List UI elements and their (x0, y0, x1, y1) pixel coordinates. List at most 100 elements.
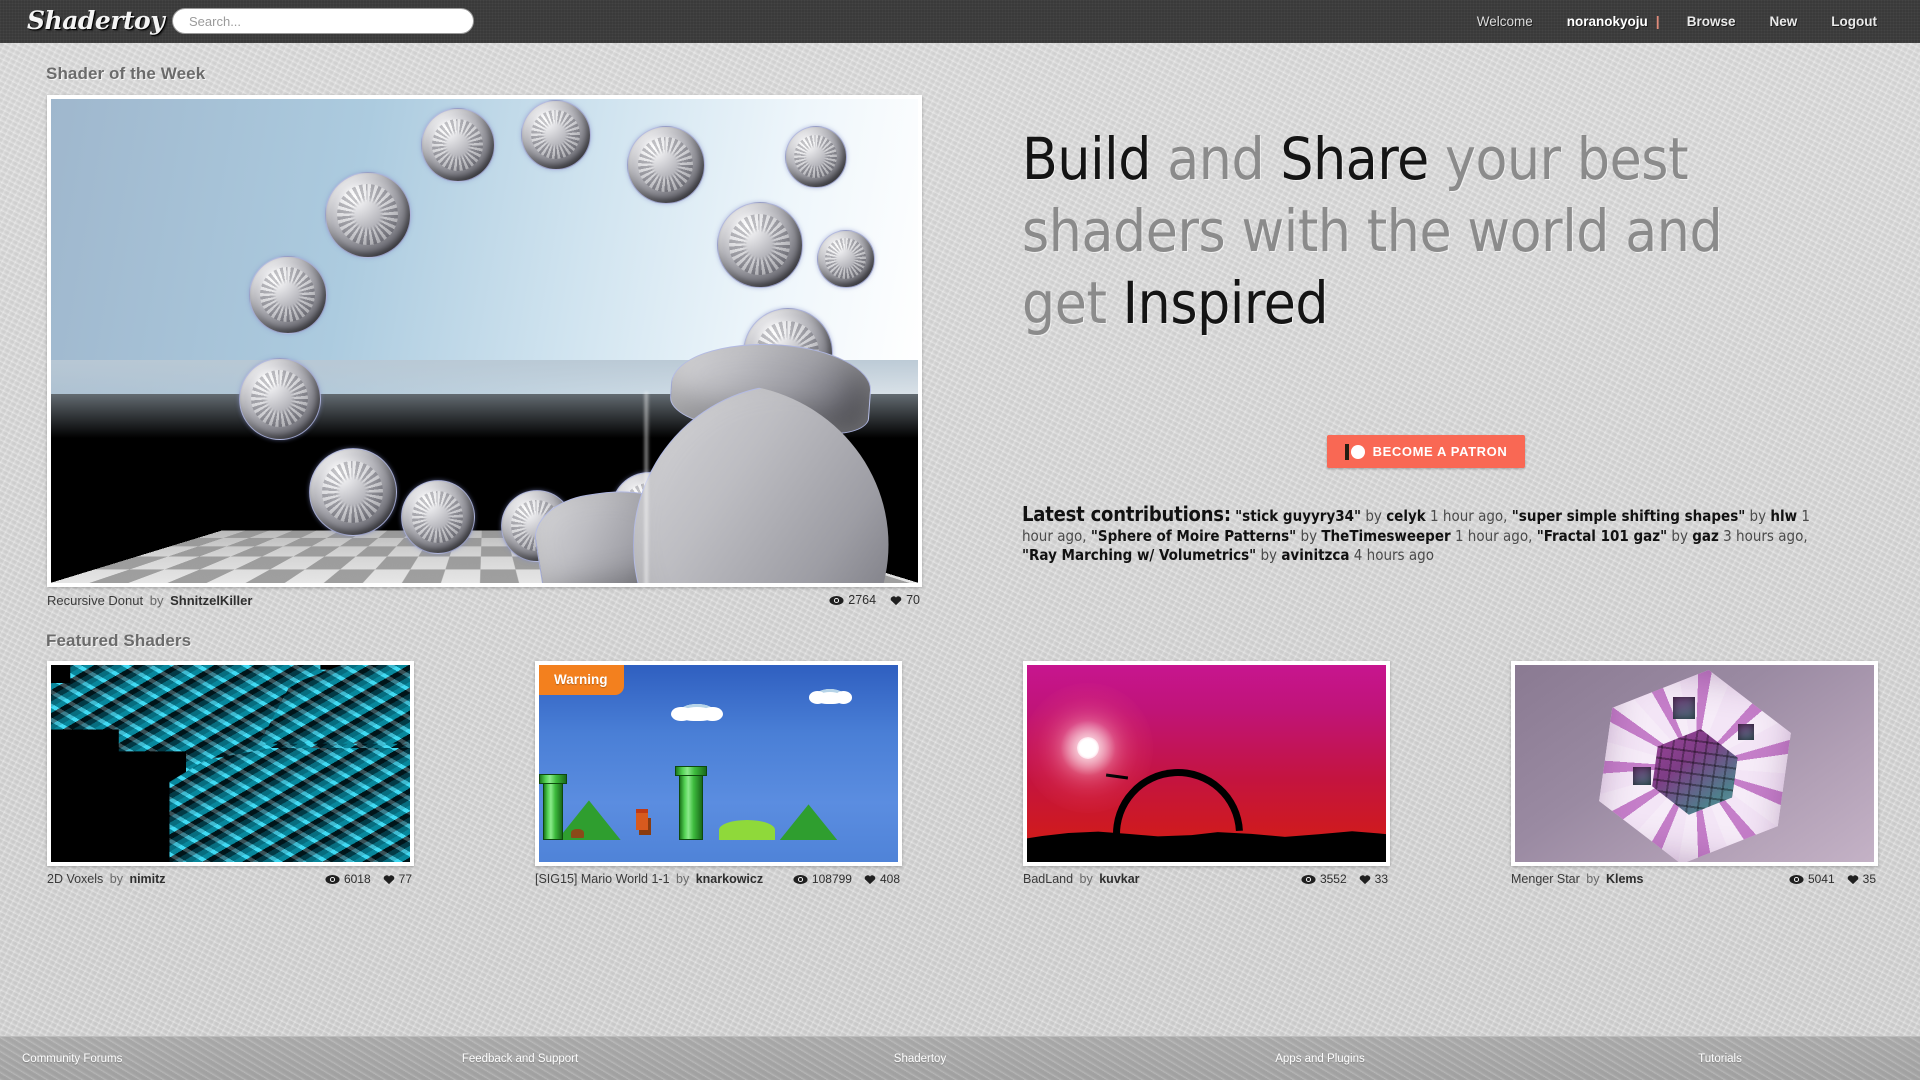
contribution-time: 3 hours ago, (1718, 526, 1808, 545)
eye-icon (1789, 874, 1804, 884)
eye-icon (793, 874, 808, 884)
shader-title[interactable]: Menger Star (1511, 872, 1580, 886)
warning-badge: Warning (539, 665, 624, 695)
contribution-author[interactable]: TheTimesweeper (1321, 527, 1450, 545)
footer-link-shadertoy[interactable]: Shadertoy (720, 1053, 1120, 1065)
shader-of-the-week-preview[interactable] (47, 95, 922, 587)
by-label: by (1745, 507, 1771, 525)
heart-icon (1359, 874, 1370, 884)
views-count: 2764 (848, 593, 877, 607)
views-count: 108799 (811, 872, 852, 886)
main-navigation: Welcome noranokyoju | Browse New Logout (1460, 0, 1894, 43)
contribution-name[interactable]: "super simple shifting shapes" (1512, 507, 1746, 525)
headline-part-0: Build (1022, 125, 1168, 193)
contribution-name[interactable]: "Fractal 101 gaz" (1537, 527, 1667, 545)
footer-link-feedback-and-support[interactable]: Feedback and Support (320, 1053, 720, 1065)
shader-author[interactable]: kuvkar (1099, 872, 1139, 886)
site-footer: Community Forums Feedback and Support Shad… (0, 1036, 1920, 1080)
shader-stats: 6018 77 (325, 872, 412, 886)
views-stat: 3552 (1301, 872, 1347, 886)
latest-contributions: Latest contributions: "stick guyyry34" b… (1022, 504, 1822, 566)
views-stat: 6018 (325, 872, 371, 886)
footer-link-community-forums[interactable]: Community Forums (0, 1053, 320, 1065)
shader-author[interactable]: Klems (1606, 872, 1644, 886)
nav-new-link[interactable]: New (1753, 0, 1815, 43)
footer-link-tutorials[interactable]: Tutorials (1520, 1053, 1920, 1065)
views-count: 6018 (343, 872, 371, 886)
likes-count: 70 (906, 593, 920, 607)
shader-author[interactable]: nimitz (129, 872, 165, 886)
recursive-donut-render (51, 99, 918, 583)
shader-of-the-week-card: Recursive Donut by ShnitzelKiller 2764 7… (47, 95, 922, 613)
by-label: by (1256, 546, 1282, 564)
section-title-shader-of-the-week: Shader of the Week (46, 64, 206, 83)
shader-card-caption: [SIG15] Mario World 1-1 by knarkowicz 10… (535, 872, 902, 890)
shader-title[interactable]: 2D Voxels (47, 872, 103, 886)
eye-icon (325, 874, 340, 884)
contribution-author[interactable]: hlw (1770, 507, 1797, 525)
menger-star-art (1515, 665, 1874, 862)
likes-stat: 408 (864, 872, 900, 886)
likes-count: 77 (398, 872, 412, 886)
shader-thumbnail[interactable]: Warning (535, 661, 902, 866)
contribution-author[interactable]: celyk (1386, 507, 1426, 525)
eye-icon (829, 595, 844, 605)
by-label: by (1296, 526, 1322, 545)
contribution-author[interactable]: avinitzca (1281, 546, 1349, 564)
likes-count: 33 (1374, 872, 1388, 886)
views-stat: 108799 (793, 872, 852, 886)
shader-thumbnail[interactable] (47, 661, 414, 866)
nav-logout-link[interactable]: Logout (1814, 0, 1894, 43)
views-stat: 2764 (829, 593, 876, 607)
shader-author[interactable]: ShnitzelKiller (170, 593, 252, 608)
shader-title[interactable]: BadLand (1023, 872, 1073, 886)
patron-button-label: BECOME A PATRON (1372, 444, 1508, 459)
heart-icon (383, 874, 394, 884)
eye-icon (1301, 874, 1316, 884)
shader-card-caption: 2D Voxels by nimitz 6018 77 (47, 872, 414, 890)
shader-card: BadLand by kuvkar 3552 33 (1023, 661, 1390, 890)
shader-stats: 5041 35 (1789, 872, 1876, 886)
headline-part-2: Share (1280, 125, 1445, 193)
shader-stats: 108799 408 (793, 872, 900, 886)
shader-card: Menger Star by Klems 5041 35 (1511, 661, 1878, 890)
views-count: 5041 (1807, 872, 1835, 886)
footer-link-apps-and-plugins[interactable]: Apps and Plugins (1120, 1053, 1520, 1065)
contribution-time: 1 hour ago, (1425, 507, 1508, 525)
shader-author[interactable]: knarkowicz (696, 872, 763, 886)
likes-stat: 35 (1847, 872, 1876, 886)
likes-stat: 77 (383, 872, 412, 886)
shader-thumbnail[interactable] (1511, 661, 1878, 866)
contribution-name[interactable]: "Ray Marching w/ Volumetrics" (1022, 546, 1256, 564)
site-header: Shadertoy Welcome noranokyoju | Browse N… (0, 0, 1920, 43)
shader-thumbnail[interactable] (1023, 661, 1390, 866)
shader-card: 2D Voxels by nimitz 6018 77 (47, 661, 414, 890)
shader-card: Warning [SIG15] Mario World 1-1 by knark… (535, 661, 902, 890)
shader-title[interactable]: [SIG15] Mario World 1-1 (535, 872, 670, 886)
contribution-author[interactable]: gaz (1692, 527, 1719, 545)
by-label: by (149, 593, 164, 608)
views-stat: 5041 (1789, 872, 1835, 886)
shader-title[interactable]: Recursive Donut (47, 593, 143, 608)
patreon-logo-icon (1344, 443, 1365, 460)
page-content: Shader of the Week Recursive Donut by Sh… (0, 43, 1920, 1036)
badland-art (1027, 665, 1386, 862)
by-label: by (1079, 872, 1093, 886)
shader-of-the-week-caption: Recursive Donut by ShnitzelKiller 2764 7… (47, 593, 922, 613)
contribution-name[interactable]: "stick guyyry34" (1235, 507, 1361, 525)
heart-icon (1847, 874, 1858, 884)
nav-browse-link[interactable]: Browse (1670, 0, 1753, 43)
nav-welcome-label: Welcome (1476, 14, 1533, 29)
search-input[interactable] (172, 8, 474, 34)
shader-stats: 3552 33 (1301, 872, 1388, 886)
heart-icon (890, 595, 902, 605)
shader-card-caption: Menger Star by Klems 5041 35 (1511, 872, 1878, 890)
contribution-time: 1 hour ago, (1450, 526, 1533, 545)
shadertoy-logo[interactable]: Shadertoy (27, 2, 165, 40)
contribution-name[interactable]: "Sphere of Moire Patterns" (1091, 527, 1296, 545)
become-a-patron-button[interactable]: BECOME A PATRON (1327, 435, 1525, 468)
nav-username-link[interactable]: noranokyoju (1550, 0, 1654, 43)
hero-panel: Build and Share your best shaders with t… (1022, 123, 1882, 564)
shader-stats: 2764 70 (829, 593, 920, 607)
by-label: by (109, 872, 123, 886)
